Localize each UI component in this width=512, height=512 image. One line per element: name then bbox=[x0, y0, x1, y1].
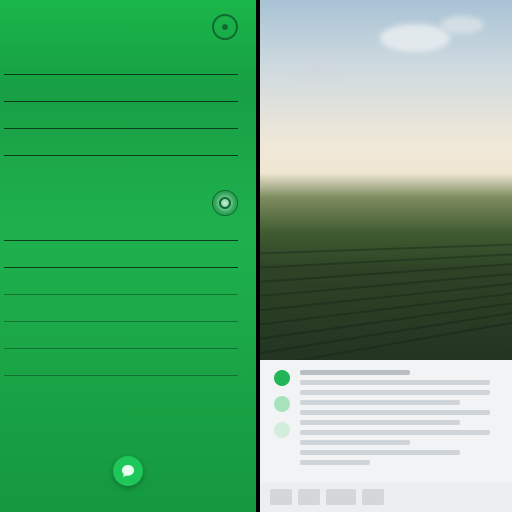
tool-button[interactable] bbox=[326, 489, 356, 505]
list-item[interactable] bbox=[4, 214, 238, 241]
text-line bbox=[300, 380, 490, 385]
list-item[interactable] bbox=[4, 102, 238, 129]
cloud-icon bbox=[380, 24, 450, 52]
list-item[interactable] bbox=[4, 241, 238, 268]
text-line bbox=[300, 370, 410, 375]
split-screen bbox=[0, 0, 512, 512]
avatar[interactable] bbox=[274, 370, 290, 386]
text-line bbox=[300, 430, 490, 435]
tool-button[interactable] bbox=[298, 489, 320, 505]
cloud-icon bbox=[290, 60, 340, 80]
list-item[interactable] bbox=[4, 322, 238, 349]
text-line bbox=[300, 410, 490, 415]
landscape-preview[interactable] bbox=[260, 0, 512, 360]
right-pane bbox=[260, 0, 512, 512]
list-item[interactable] bbox=[4, 48, 238, 75]
text-line bbox=[300, 450, 460, 455]
left-list-mid bbox=[0, 214, 256, 376]
comment-panel bbox=[260, 360, 512, 482]
list-item[interactable] bbox=[4, 75, 238, 102]
left-pane bbox=[0, 0, 260, 512]
list-item[interactable] bbox=[4, 349, 238, 376]
crop-rows bbox=[260, 220, 512, 360]
list-item[interactable] bbox=[4, 129, 238, 156]
avatar[interactable] bbox=[274, 396, 290, 412]
left-list-top bbox=[0, 48, 256, 156]
tool-button[interactable] bbox=[362, 489, 384, 505]
avatar-column bbox=[272, 370, 292, 476]
chat-icon bbox=[120, 463, 136, 479]
text-line bbox=[300, 400, 460, 405]
text-line bbox=[300, 420, 460, 425]
text-line bbox=[300, 390, 490, 395]
text-line bbox=[300, 460, 370, 465]
text-line bbox=[300, 440, 410, 445]
tool-button[interactable] bbox=[270, 489, 292, 505]
cloud-icon bbox=[440, 16, 484, 34]
section-gap bbox=[0, 156, 256, 184]
location-icon[interactable] bbox=[212, 190, 238, 216]
target-icon[interactable] bbox=[212, 14, 238, 40]
left-header bbox=[0, 0, 256, 48]
list-item[interactable] bbox=[4, 268, 238, 295]
bottom-toolbar bbox=[260, 482, 512, 512]
list-item[interactable] bbox=[4, 295, 238, 322]
chat-fab-button[interactable] bbox=[113, 456, 143, 486]
avatar[interactable] bbox=[274, 422, 290, 438]
comment-text bbox=[300, 370, 500, 476]
